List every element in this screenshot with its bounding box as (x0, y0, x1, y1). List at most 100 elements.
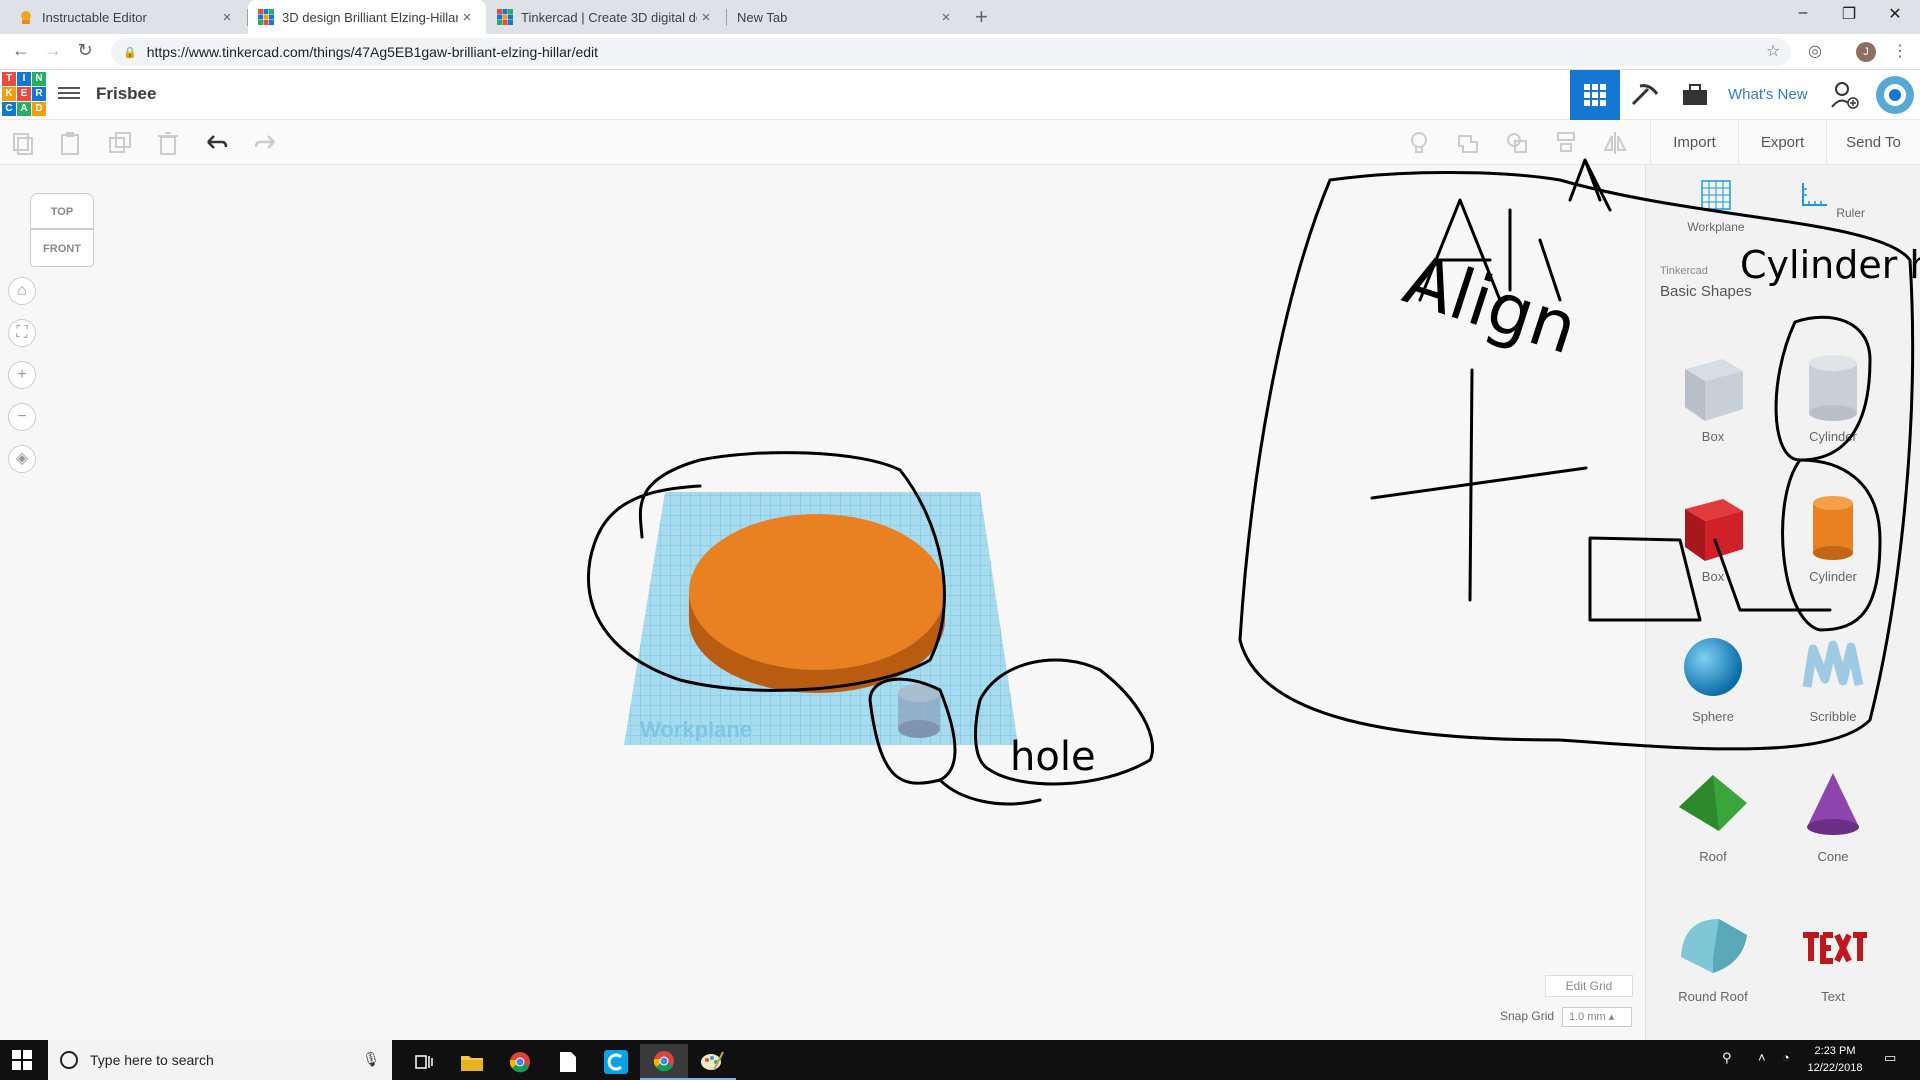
library-select[interactable]: Basic Shapes (1660, 283, 1752, 300)
tab-instructable-editor[interactable]: Instructable Editor × (8, 0, 246, 34)
3d-viewport[interactable]: TOP FRONT ⌂ ⛶ + − ◈ Workplane Edit Grid … (0, 165, 1645, 1040)
c-app-icon[interactable] (592, 1044, 640, 1080)
export-button[interactable]: Export (1738, 120, 1826, 165)
design-list-icon[interactable] (58, 84, 80, 104)
url-field[interactable]: 🔒 https://www.tinkercad.com/things/47Ag5… (111, 38, 1791, 66)
taskbar-search-box[interactable]: Type here to search 🎙 (48, 1040, 392, 1080)
shape-round-roof[interactable]: Round Roof (1658, 905, 1768, 1004)
add-user-button[interactable] (1820, 70, 1870, 120)
shape-cone[interactable]: Cone (1778, 765, 1888, 864)
new-tab-button[interactable]: + (975, 4, 988, 30)
back-arrow-icon[interactable]: ← (9, 40, 33, 61)
shape-text[interactable]: Text (1778, 905, 1888, 1004)
align-icon[interactable] (1553, 130, 1579, 156)
redo-icon[interactable] (252, 130, 278, 156)
close-icon[interactable]: × (218, 9, 236, 26)
tab-new-tab[interactable]: New Tab × (727, 0, 965, 34)
close-icon[interactable]: × (697, 9, 715, 26)
duplicate-icon[interactable] (107, 130, 133, 156)
frisbee-cylinder[interactable] (689, 514, 945, 693)
shape-label: Round Roof (1678, 989, 1748, 1004)
shape-label: Scribble (1809, 709, 1857, 724)
bricks-button[interactable] (1670, 70, 1720, 120)
close-icon[interactable]: × (937, 9, 955, 26)
tab-tinkercad-create[interactable]: Tinkercad | Create 3D digital des × (487, 0, 725, 34)
send-to-button[interactable]: Send To (1826, 120, 1920, 165)
tinkercad-logo[interactable]: T I N K E R C A D (2, 72, 46, 116)
shape-box[interactable]: Box (1658, 485, 1768, 584)
sphere-icon (1684, 638, 1742, 696)
shape-label: Box (1701, 569, 1725, 584)
mirror-icon[interactable] (1602, 130, 1628, 156)
user-avatar[interactable] (1870, 70, 1920, 120)
instructables-icon (21, 11, 31, 24)
star-icon[interactable]: ☆ (1766, 41, 1780, 61)
shape-label: Text (1821, 989, 1845, 1004)
tab-3d-design[interactable]: 3D design Brilliant Elzing-Hillar | × (248, 0, 486, 34)
shape-roof[interactable]: Roof (1658, 765, 1768, 864)
edit-grid-button[interactable]: Edit Grid (1545, 975, 1633, 997)
import-button[interactable]: Import (1650, 120, 1738, 165)
shape-label: Sphere (1692, 709, 1734, 724)
cortana-icon (60, 1051, 78, 1069)
wifi-icon[interactable]: ◔ (1782, 1050, 1790, 1065)
grid-icon (1584, 84, 1606, 106)
paste-icon[interactable] (57, 130, 83, 156)
shape-cylinder[interactable]: Cylinder (1778, 485, 1888, 584)
chrome-active-icon[interactable] (640, 1044, 688, 1080)
undo-icon[interactable] (204, 130, 230, 156)
workplane-grid-icon (1701, 180, 1731, 210)
round-roof-icon (1681, 919, 1747, 973)
tinkercad-icon (497, 9, 513, 25)
shape-box-hole[interactable]: Box (1658, 345, 1768, 444)
avatar-icon (1876, 76, 1914, 114)
whats-new-link[interactable]: What's New (1728, 86, 1808, 103)
delete-icon[interactable] (155, 130, 181, 156)
tinkercad-icon (258, 9, 274, 25)
file-explorer-icon[interactable] (448, 1044, 496, 1080)
tab-label: Instructable Editor (42, 9, 147, 25)
forward-arrow-icon[interactable]: → (41, 40, 65, 61)
more-menu-icon[interactable]: ⋮ (1892, 41, 1908, 61)
shape-sphere[interactable]: Sphere (1658, 625, 1768, 724)
copy-icon[interactable] (10, 130, 36, 156)
shape-label: Box (1701, 429, 1725, 444)
restore-icon[interactable]: ❐ (1826, 4, 1872, 24)
windows-start-icon[interactable] (12, 1050, 32, 1070)
url-text: https://www.tinkercad.com/things/47Ag5EB… (146, 44, 599, 60)
shape-cylinder-hole[interactable]: Cylinder (1778, 345, 1888, 444)
notifications-icon[interactable]: ▭ (1884, 1050, 1896, 1066)
people-icon[interactable]: ⚲ (1722, 1050, 1732, 1066)
profile-avatar[interactable]: J (1856, 42, 1876, 62)
hole-cylinder[interactable] (898, 684, 940, 738)
shape-scribble[interactable]: Scribble (1778, 625, 1888, 724)
chrome-icon[interactable] (496, 1044, 544, 1080)
taskbar-clock[interactable]: 2:23 PM 12/22/2018 (1800, 1043, 1870, 1077)
lightbulb-icon[interactable] (1406, 130, 1432, 156)
group-icon[interactable] (1455, 130, 1481, 156)
tray-chevron-icon[interactable]: ˄ (1758, 1050, 1766, 1065)
workplane-tool-label: Workplane (1687, 220, 1745, 234)
blocks-button[interactable] (1620, 70, 1670, 120)
text-shape-icon (1803, 932, 1867, 964)
task-view-icon[interactable] (400, 1044, 448, 1080)
ruler-icon (1801, 183, 1827, 206)
3d-view-button[interactable] (1570, 70, 1620, 120)
minimize-icon[interactable]: – (1780, 4, 1826, 22)
document-icon[interactable] (544, 1044, 592, 1080)
paint-icon[interactable] (688, 1044, 736, 1080)
reload-icon[interactable]: ↻ (73, 40, 97, 61)
close-window-icon[interactable]: ✕ (1872, 4, 1918, 24)
snap-grid-select[interactable]: 1.0 mm ▴ (1562, 1007, 1632, 1027)
workplane-tool[interactable]: Workplane (1676, 177, 1756, 234)
ungroup-icon[interactable] (1504, 130, 1530, 156)
close-icon[interactable]: × (458, 9, 476, 26)
box-icon (1685, 499, 1743, 561)
tinkercad-header: T I N K E R C A D Frisbee What's New (0, 70, 1920, 120)
design-name[interactable]: Frisbee (96, 84, 156, 104)
ruler-tool[interactable]: Ruler (1791, 177, 1871, 220)
tab-label: New Tab (737, 9, 788, 25)
microphone-icon[interactable]: 🎙 (362, 1051, 380, 1068)
extension-icon[interactable]: ◎ (1808, 41, 1822, 61)
tab-label: Tinkercad | Create 3D digital des (521, 9, 697, 25)
